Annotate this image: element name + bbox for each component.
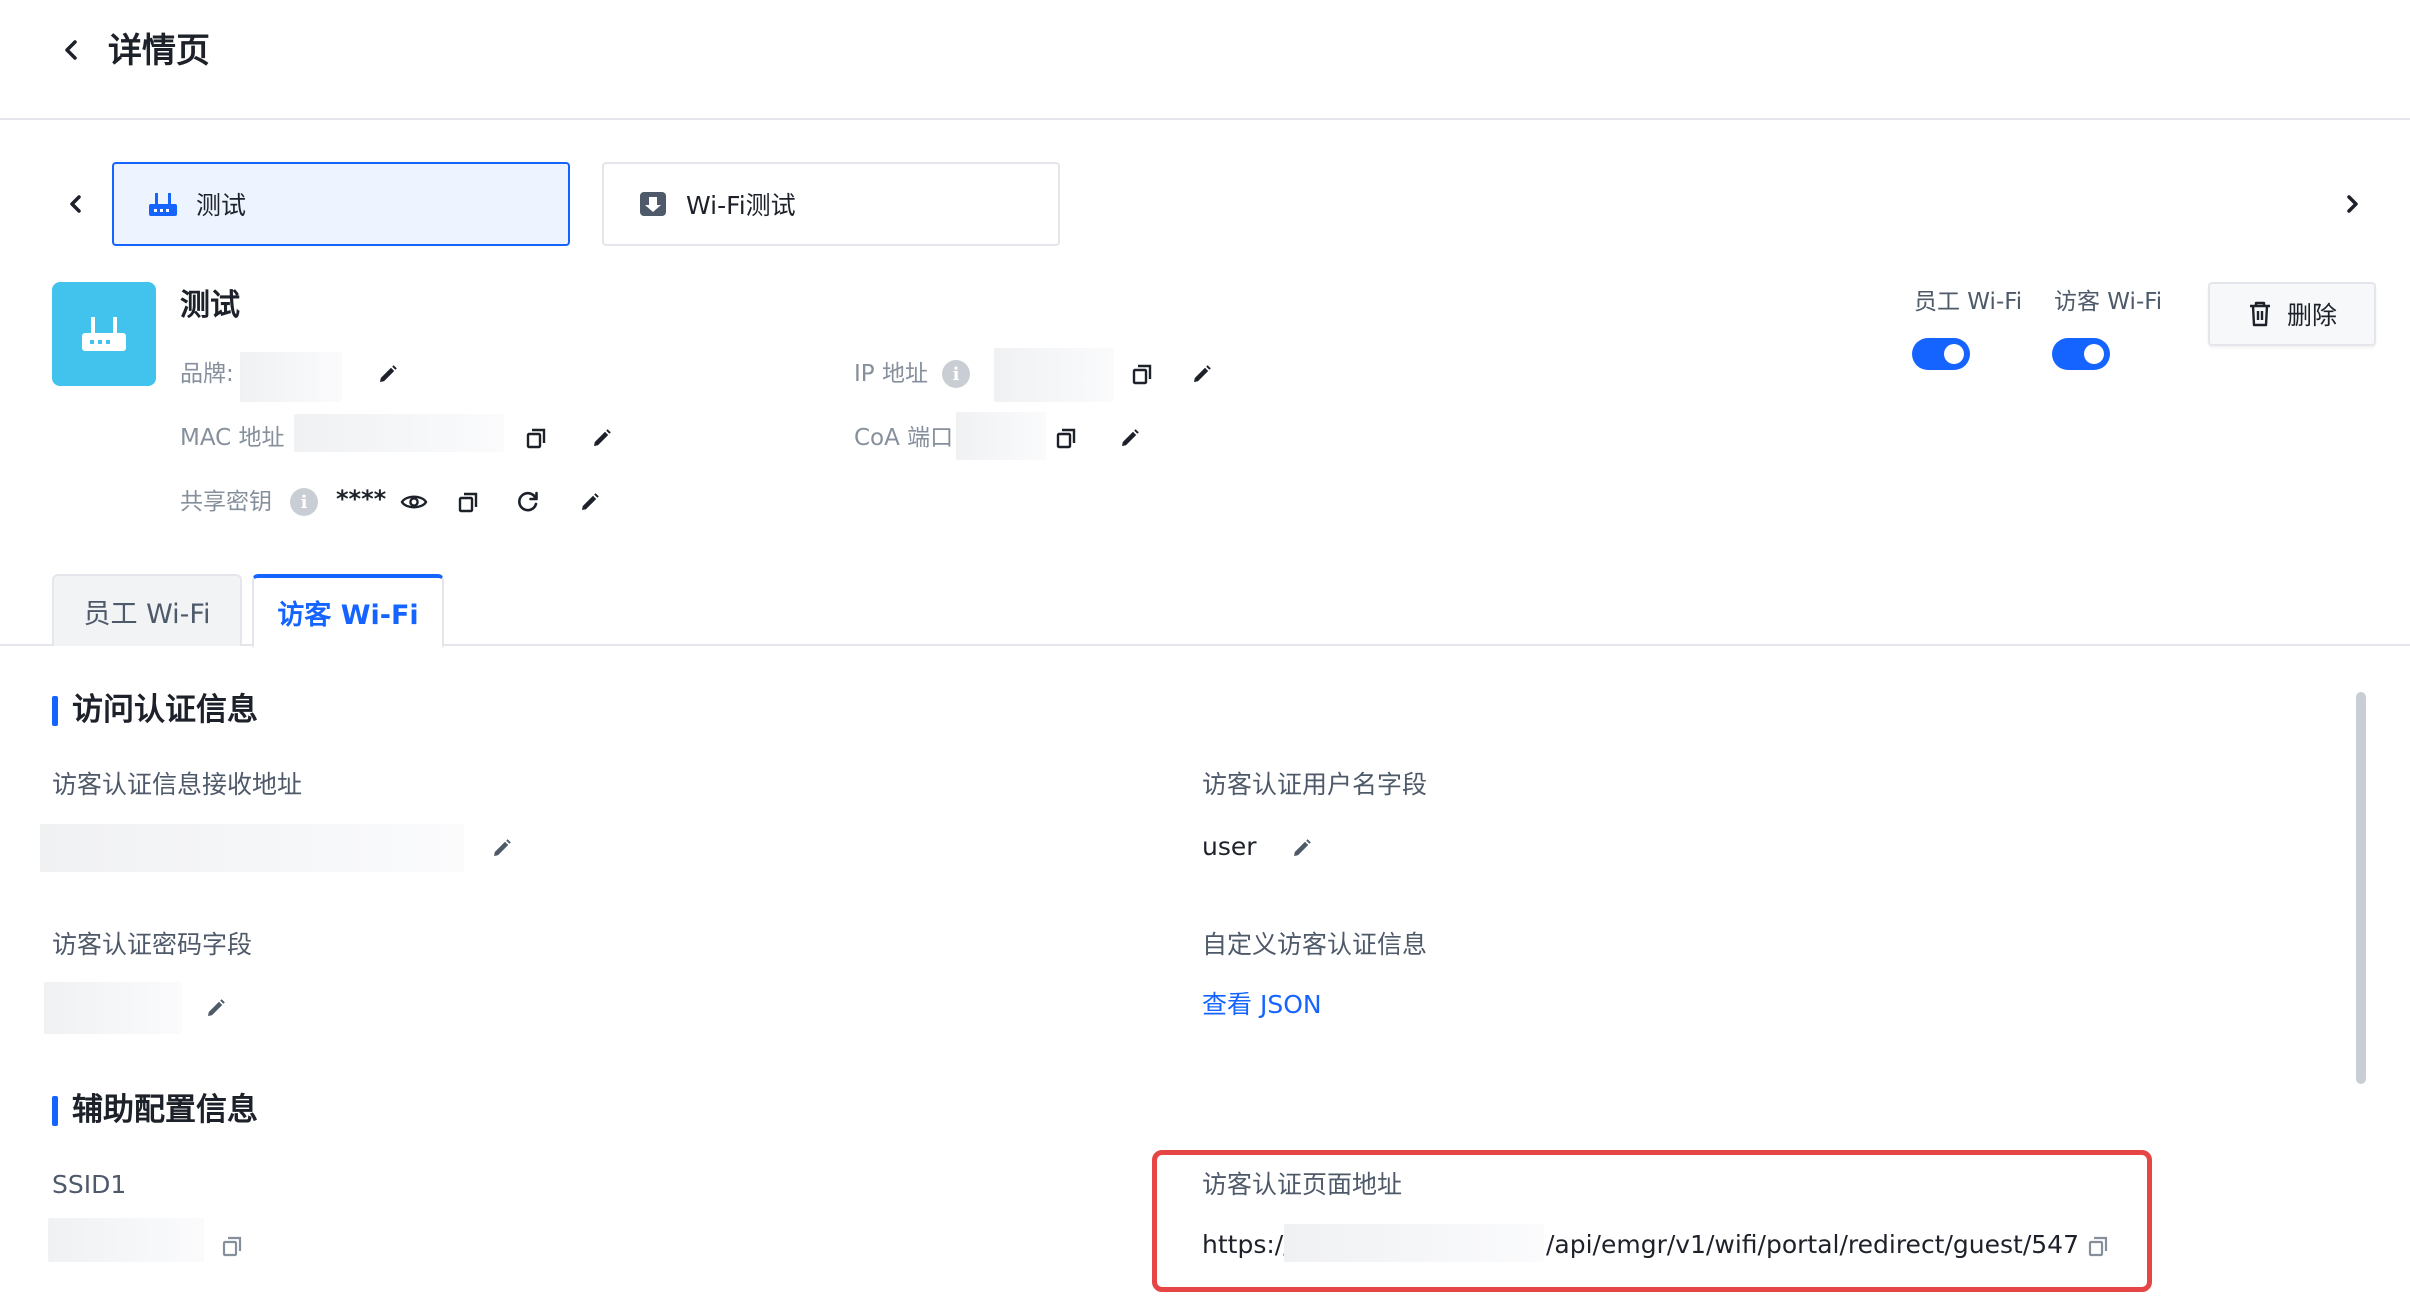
highlight-annotation [1152, 1150, 2152, 1292]
copy-mac-icon[interactable] [520, 422, 552, 454]
edit-secret-pencil-icon[interactable] [574, 486, 606, 518]
device-avatar [52, 282, 156, 386]
username-field-value: user [1202, 832, 1257, 861]
edit-mac-pencil-icon[interactable] [586, 422, 618, 454]
shared-secret-label: 共享密钥 [180, 489, 272, 515]
brand-value [240, 352, 342, 402]
device-name: 测试 [180, 288, 240, 323]
password-field-label: 访客认证密码字段 [52, 930, 253, 959]
edit-ip-pencil-icon[interactable] [1186, 358, 1218, 390]
shared-secret-value: **** [336, 485, 387, 513]
device-tab-label: 测试 [196, 191, 247, 220]
tab-guest-wifi[interactable]: 访客 Wi-Fi [252, 574, 444, 648]
copy-coa-icon[interactable] [1050, 422, 1082, 454]
mac-value [294, 414, 504, 452]
refresh-secret-icon[interactable] [512, 486, 544, 518]
guest-wifi-toggle-label: 访客 Wi-Fi [2054, 289, 2163, 315]
mac-label: MAC 地址 [180, 425, 285, 451]
copy-ip-icon[interactable] [1126, 358, 1158, 390]
coa-port-value [956, 412, 1046, 460]
coa-port-label: CoA 端口 [854, 425, 954, 451]
ip-info-icon[interactable]: i [942, 360, 970, 388]
edit-password-field-pencil-icon[interactable] [200, 992, 232, 1024]
delete-button[interactable]: 删除 [2208, 282, 2376, 346]
edit-coa-pencil-icon[interactable] [1114, 422, 1146, 454]
device-tab-wifi-test[interactable]: Wi-Fi测试 [602, 162, 1060, 246]
copy-ssid-icon[interactable] [216, 1230, 248, 1262]
receive-url-label: 访客认证信息接收地址 [52, 770, 303, 799]
aux-section-title: 辅助配置信息 [52, 1090, 258, 1130]
next-device-arrow-icon[interactable] [2338, 190, 2366, 218]
device-icon [636, 189, 670, 219]
prev-device-arrow-icon[interactable] [62, 190, 90, 218]
staff-wifi-toggle-label: 员工 Wi-Fi [1914, 289, 2023, 315]
trash-icon [2249, 301, 2270, 327]
password-field-value [44, 982, 182, 1034]
back-arrow-icon[interactable] [58, 36, 86, 64]
receive-url-value [40, 824, 464, 872]
username-field-label: 访客认证用户名字段 [1202, 770, 1428, 799]
router-icon [82, 317, 126, 351]
auth-section-title: 访问认证信息 [52, 690, 258, 730]
view-json-link[interactable]: 查看 JSON [1202, 988, 1322, 1022]
ip-value [994, 348, 1114, 402]
staff-wifi-toggle[interactable] [1912, 338, 1970, 370]
device-tab-label: Wi-Fi测试 [686, 191, 796, 220]
brand-label: 品牌: [180, 361, 234, 387]
secret-info-icon[interactable]: i [290, 488, 318, 516]
vertical-scrollbar[interactable] [2356, 692, 2366, 1084]
show-secret-eye-icon[interactable] [398, 486, 430, 518]
edit-receive-url-pencil-icon[interactable] [486, 832, 518, 864]
page-header [0, 0, 2410, 120]
copy-secret-icon[interactable] [452, 486, 484, 518]
tab-staff-wifi[interactable]: 员工 Wi-Fi [52, 574, 242, 646]
ssid-label: SSID1 [52, 1170, 127, 1199]
router-icon [146, 189, 180, 219]
page-title: 详情页 [108, 31, 210, 71]
edit-brand-pencil-icon[interactable] [372, 358, 404, 390]
custom-info-label: 自定义访客认证信息 [1202, 930, 1428, 959]
ip-label: IP 地址 [854, 361, 928, 387]
device-tab-test[interactable]: 测试 [112, 162, 570, 246]
edit-username-field-pencil-icon[interactable] [1286, 832, 1318, 864]
ssid-value [48, 1218, 204, 1262]
guest-wifi-toggle[interactable] [2052, 338, 2110, 370]
delete-label: 删除 [2286, 301, 2337, 330]
